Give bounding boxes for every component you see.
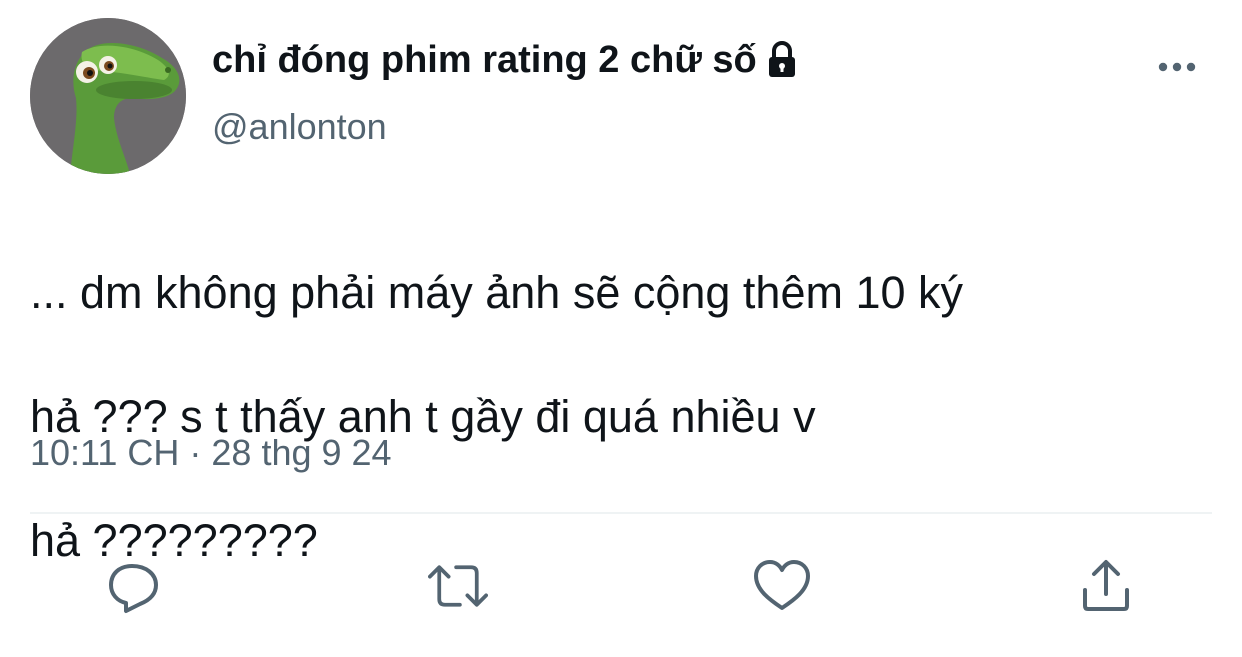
retweet-icon — [428, 565, 488, 607]
reply-icon — [109, 564, 158, 613]
more-dots-icon — [1158, 62, 1196, 72]
share-icon — [1083, 560, 1129, 611]
divider — [30, 512, 1212, 514]
retweet-button[interactable] — [428, 556, 488, 616]
like-button[interactable] — [752, 556, 812, 616]
tweet-text-line: ... dm không phải máy ảnh sẽ cộng thêm 1… — [30, 267, 964, 318]
dinosaur-avatar-image — [30, 18, 186, 174]
tweet-timestamp[interactable]: 10:11 CH · 28 thg 9 24 — [30, 428, 392, 478]
avatar[interactable] — [30, 18, 186, 174]
more-options-button[interactable] — [1152, 52, 1202, 82]
reply-button[interactable] — [104, 556, 164, 616]
display-name[interactable]: chỉ đóng phim rating 2 chữ số — [212, 36, 799, 84]
heart-icon — [754, 560, 810, 610]
display-name-text[interactable]: chỉ đóng phim rating 2 chữ số — [212, 36, 757, 84]
user-handle[interactable]: @anlonton — [212, 104, 387, 150]
lock-icon — [765, 40, 799, 80]
tweet-text-line: hả ????????? — [30, 515, 318, 566]
tweet-text: ... dm không phải máy ảnh sẽ cộng thêm 1… — [30, 200, 1220, 634]
share-button[interactable] — [1076, 556, 1136, 616]
